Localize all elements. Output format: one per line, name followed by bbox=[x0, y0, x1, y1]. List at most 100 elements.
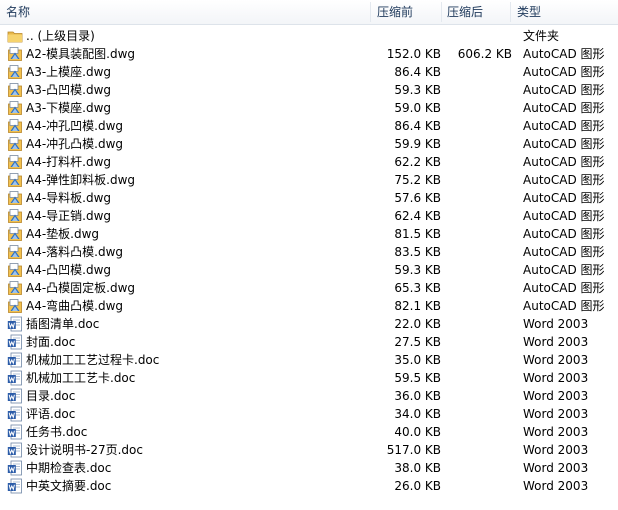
file-row[interactable]: A3-凸凹模.dwg 59.3 KB AutoCAD 图形 bbox=[0, 81, 618, 99]
column-divider[interactable] bbox=[510, 2, 511, 22]
column-divider[interactable] bbox=[370, 2, 371, 22]
column-name[interactable]: 名称 bbox=[6, 0, 30, 24]
file-type: Word 2003 bbox=[523, 317, 589, 331]
file-name: A4-凸凹模.dwg bbox=[26, 263, 112, 277]
column-divider[interactable] bbox=[441, 2, 442, 22]
file-row[interactable]: A4-垫板.dwg 81.5 KB AutoCAD 图形 bbox=[0, 225, 618, 243]
file-name: A4-弯曲凸模.dwg bbox=[26, 299, 124, 313]
file-type: AutoCAD 图形 bbox=[523, 65, 605, 79]
file-name: 设计说明书-27页.doc bbox=[26, 443, 143, 457]
file-row[interactable]: A4-弹性卸料板.dwg 75.2 KB AutoCAD 图形 bbox=[0, 171, 618, 189]
autocad-file-icon bbox=[7, 82, 23, 98]
file-row[interactable]: A4-导料板.dwg 57.6 KB AutoCAD 图形 bbox=[0, 189, 618, 207]
file-name: 评语.doc bbox=[26, 407, 76, 421]
file-name: 目录.doc bbox=[26, 389, 76, 403]
file-row[interactable]: 设计说明书-27页.doc 517.0 KB Word 2003 bbox=[0, 441, 618, 459]
autocad-file-icon bbox=[7, 280, 23, 296]
file-row[interactable]: A2-模具装配图.dwg 152.0 KB 606.2 KB AutoCAD 图形 bbox=[0, 45, 618, 63]
file-compressed-size: 517.0 KB bbox=[386, 443, 441, 457]
word-file-icon bbox=[7, 352, 23, 368]
file-compressed-size: 83.5 KB bbox=[394, 245, 441, 259]
file-name: 中英文摘要.doc bbox=[26, 479, 112, 493]
file-compressed-size: 65.3 KB bbox=[394, 281, 441, 295]
file-name: A4-导正销.dwg bbox=[26, 209, 112, 223]
file-compressed-size: 59.0 KB bbox=[394, 101, 441, 115]
file-row[interactable]: 中英文摘要.doc 26.0 KB Word 2003 bbox=[0, 477, 618, 495]
file-row[interactable]: 评语.doc 34.0 KB Word 2003 bbox=[0, 405, 618, 423]
file-row[interactable]: A4-弯曲凸模.dwg 82.1 KB AutoCAD 图形 bbox=[0, 297, 618, 315]
file-row[interactable]: A3-下模座.dwg 59.0 KB AutoCAD 图形 bbox=[0, 99, 618, 117]
file-name: A3-下模座.dwg bbox=[26, 101, 112, 115]
file-type: AutoCAD 图形 bbox=[523, 191, 605, 205]
file-type: AutoCAD 图形 bbox=[523, 119, 605, 133]
file-compressed-size: 59.3 KB bbox=[394, 263, 441, 277]
file-type: Word 2003 bbox=[523, 389, 589, 403]
column-compressed[interactable]: 压缩前 bbox=[377, 0, 413, 24]
file-row[interactable]: A4-导正销.dwg 62.4 KB AutoCAD 图形 bbox=[0, 207, 618, 225]
file-compressed-size: 62.2 KB bbox=[394, 155, 441, 169]
file-row[interactable]: 中期检查表.doc 38.0 KB Word 2003 bbox=[0, 459, 618, 477]
file-compressed-size: 59.9 KB bbox=[394, 137, 441, 151]
autocad-file-icon bbox=[7, 136, 23, 152]
autocad-file-icon bbox=[7, 100, 23, 116]
file-row[interactable]: A4-冲孔凹模.dwg 86.4 KB AutoCAD 图形 bbox=[0, 117, 618, 135]
word-file-icon bbox=[7, 478, 23, 494]
word-file-icon bbox=[7, 460, 23, 476]
file-row[interactable]: A3-上模座.dwg 86.4 KB AutoCAD 图形 bbox=[0, 63, 618, 81]
file-original-size: 606.2 KB bbox=[457, 47, 512, 61]
file-row[interactable]: .. (上级目录) 文件夹 bbox=[0, 27, 618, 45]
word-file-icon bbox=[7, 334, 23, 350]
column-header: 名称 压缩前 压缩后 类型 bbox=[0, 0, 618, 25]
file-row[interactable]: A4-凸凹模.dwg 59.3 KB AutoCAD 图形 bbox=[0, 261, 618, 279]
file-row[interactable]: A4-凸模固定板.dwg 65.3 KB AutoCAD 图形 bbox=[0, 279, 618, 297]
file-row[interactable]: 封面.doc 27.5 KB Word 2003 bbox=[0, 333, 618, 351]
file-type: AutoCAD 图形 bbox=[523, 263, 605, 277]
file-row[interactable]: 插图清单.doc 22.0 KB Word 2003 bbox=[0, 315, 618, 333]
file-compressed-size: 81.5 KB bbox=[394, 227, 441, 241]
column-type[interactable]: 类型 bbox=[517, 0, 541, 24]
file-name: 插图清单.doc bbox=[26, 317, 100, 331]
file-type: AutoCAD 图形 bbox=[523, 137, 605, 151]
file-compressed-size: 86.4 KB bbox=[394, 65, 441, 79]
autocad-file-icon bbox=[7, 172, 23, 188]
file-type: AutoCAD 图形 bbox=[523, 281, 605, 295]
autocad-file-icon bbox=[7, 262, 23, 278]
word-file-icon bbox=[7, 370, 23, 386]
file-compressed-size: 62.4 KB bbox=[394, 209, 441, 223]
file-name: A3-凸凹模.dwg bbox=[26, 83, 112, 97]
word-file-icon bbox=[7, 388, 23, 404]
file-name: A4-导料板.dwg bbox=[26, 191, 112, 205]
autocad-file-icon bbox=[7, 226, 23, 242]
file-compressed-size: 59.5 KB bbox=[394, 371, 441, 385]
autocad-file-icon bbox=[7, 208, 23, 224]
file-type: Word 2003 bbox=[523, 425, 589, 439]
file-row[interactable]: 目录.doc 36.0 KB Word 2003 bbox=[0, 387, 618, 405]
file-name: A4-冲孔凹模.dwg bbox=[26, 119, 124, 133]
file-type: Word 2003 bbox=[523, 407, 589, 421]
file-list: .. (上级目录) 文件夹 A2-模具装配图.dwg 152.0 KB 606.2 KB… bbox=[0, 27, 618, 495]
file-compressed-size: 82.1 KB bbox=[394, 299, 441, 313]
file-compressed-size: 35.0 KB bbox=[394, 353, 441, 367]
file-type: AutoCAD 图形 bbox=[523, 83, 605, 97]
file-name: 机械加工工艺卡.doc bbox=[26, 371, 136, 385]
file-row[interactable]: 机械加工工艺过程卡.doc 35.0 KB Word 2003 bbox=[0, 351, 618, 369]
file-row[interactable]: A4-打料杆.dwg 62.2 KB AutoCAD 图形 bbox=[0, 153, 618, 171]
file-name: A4-冲孔凸模.dwg bbox=[26, 137, 124, 151]
file-type: Word 2003 bbox=[523, 443, 589, 457]
file-row[interactable]: A4-落料凸模.dwg 83.5 KB AutoCAD 图形 bbox=[0, 243, 618, 261]
file-compressed-size: 57.6 KB bbox=[394, 191, 441, 205]
file-type: AutoCAD 图形 bbox=[523, 245, 605, 259]
file-name: 机械加工工艺过程卡.doc bbox=[26, 353, 160, 367]
file-type: AutoCAD 图形 bbox=[523, 209, 605, 223]
file-row[interactable]: A4-冲孔凸模.dwg 59.9 KB AutoCAD 图形 bbox=[0, 135, 618, 153]
autocad-file-icon bbox=[7, 298, 23, 314]
autocad-file-icon bbox=[7, 244, 23, 260]
file-row[interactable]: 机械加工工艺卡.doc 59.5 KB Word 2003 bbox=[0, 369, 618, 387]
word-file-icon bbox=[7, 424, 23, 440]
folder-icon bbox=[7, 28, 23, 44]
file-type: Word 2003 bbox=[523, 371, 589, 385]
word-file-icon bbox=[7, 442, 23, 458]
column-original[interactable]: 压缩后 bbox=[447, 0, 483, 24]
file-compressed-size: 75.2 KB bbox=[394, 173, 441, 187]
file-row[interactable]: 任务书.doc 40.0 KB Word 2003 bbox=[0, 423, 618, 441]
